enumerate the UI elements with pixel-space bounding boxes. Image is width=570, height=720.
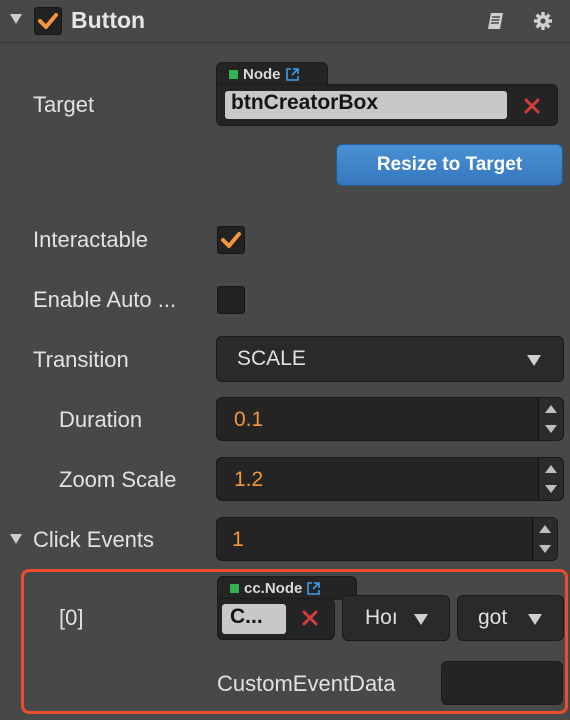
external-link-icon[interactable] <box>285 67 300 82</box>
event-0-index-label: [0] <box>59 605 84 630</box>
chevron-down-icon <box>414 614 428 625</box>
transition-select[interactable]: SCALE <box>216 336 564 382</box>
node-type-indicator <box>230 584 239 593</box>
click-events-count-input[interactable]: 1 <box>216 517 558 561</box>
gear-icon[interactable] <box>533 11 553 31</box>
decrement-icon[interactable] <box>544 423 558 435</box>
duration-value: 0.1 <box>234 408 264 431</box>
event-0-handler-select[interactable]: got <box>457 595 564 641</box>
target-node-type: Node <box>243 66 281 83</box>
target-node-name: btnCreatorBox <box>231 91 379 114</box>
increment-icon[interactable] <box>538 523 552 535</box>
event-0-handler-value: got <box>478 606 508 629</box>
component-enabled-checkbox[interactable] <box>34 7 62 35</box>
click-events-label: Click Events <box>33 527 155 552</box>
target-node-field[interactable]: btnCreatorBox <box>216 84 558 126</box>
node-type-indicator <box>229 70 238 79</box>
interactable-label: Interactable <box>33 227 148 252</box>
component-title: Button <box>71 7 146 33</box>
zoom-scale-value: 1.2 <box>234 468 264 491</box>
custom-event-data-label: CustomEventData <box>217 671 396 696</box>
clear-node-icon[interactable] <box>302 610 318 626</box>
zoom-scale-input[interactable]: 1.2 <box>216 457 564 501</box>
duration-input[interactable]: 0.1 <box>216 397 564 441</box>
custom-event-data-input[interactable] <box>441 661 563 705</box>
checkmark-icon <box>38 13 58 29</box>
chevron-down-icon <box>527 355 541 366</box>
event-0-component-value: Hoı <box>365 606 398 629</box>
external-link-icon[interactable] <box>306 581 321 596</box>
target-label: Target <box>33 92 95 117</box>
chevron-down-icon <box>528 614 542 625</box>
enable-auto-label: Enable Auto ... <box>33 287 177 312</box>
enable-auto-checkbox[interactable] <box>217 286 245 314</box>
checkmark-icon <box>221 232 241 248</box>
transition-label: Transition <box>33 347 129 372</box>
click-events-expand-icon[interactable] <box>9 533 23 545</box>
event-0-node-type-tab: cc.Node <box>217 576 357 600</box>
decrement-icon[interactable] <box>538 543 552 555</box>
resize-to-target-button[interactable]: Resize to Target <box>336 144 563 186</box>
event-0-node-name: C... <box>230 605 263 628</box>
event-0-node-field[interactable]: C... <box>217 598 335 640</box>
transition-value: SCALE <box>237 347 306 370</box>
duration-label: Duration <box>59 407 143 432</box>
book-icon[interactable] <box>486 11 506 31</box>
event-0-component-select[interactable]: Hoı <box>342 595 450 641</box>
resize-to-target-label: Resize to Target <box>376 154 523 175</box>
target-node-type-tab: Node <box>216 62 328 86</box>
zoom-scale-label: Zoom Scale <box>59 467 177 492</box>
event-0-node-type: cc.Node <box>244 580 303 597</box>
interactable-checkbox[interactable] <box>217 226 245 254</box>
increment-icon[interactable] <box>544 463 558 475</box>
increment-icon[interactable] <box>544 403 558 415</box>
clear-target-icon[interactable] <box>524 98 540 114</box>
decrement-icon[interactable] <box>544 483 558 495</box>
click-events-count: 1 <box>232 528 244 551</box>
collapse-triangle-icon[interactable] <box>9 13 23 25</box>
